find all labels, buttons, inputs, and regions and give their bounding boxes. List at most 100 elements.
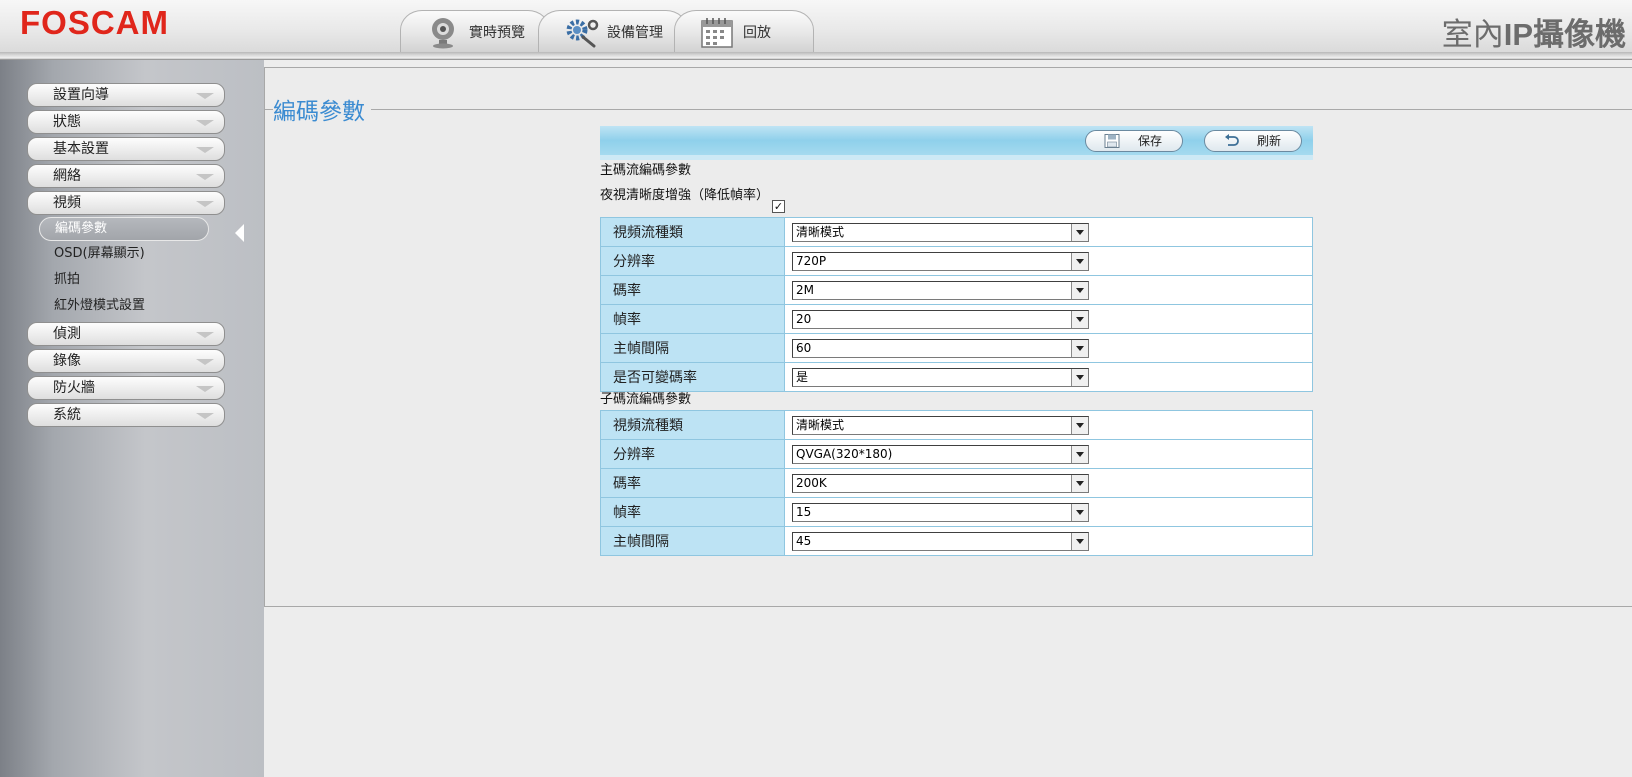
active-item-pointer	[235, 224, 244, 242]
sidebar-item-label: 視頻	[53, 195, 81, 211]
main-resolution-select[interactable]: 720P	[792, 251, 1089, 271]
select-value: 20	[796, 311, 812, 326]
select-value: 45	[796, 533, 812, 548]
sidebar-subitem-ir-led-mode[interactable]: 紅外燈模式設置	[54, 296, 145, 316]
table-row: 視頻流種類 清晰模式	[600, 410, 1313, 440]
header-divider	[0, 52, 1632, 58]
main-keyframe-interval-select[interactable]: 60	[792, 338, 1089, 358]
sidebar-item-setup-wizard[interactable]: 設置向導	[27, 83, 225, 107]
chevron-down-icon[interactable]	[1071, 532, 1088, 550]
sidebar-item-basic-settings[interactable]: 基本設置	[27, 137, 225, 161]
main-framerate-select[interactable]: 20	[792, 309, 1089, 329]
chevron-down-icon	[196, 332, 214, 338]
sidebar-item-system[interactable]: 系統	[27, 403, 225, 427]
chevron-down-icon[interactable]	[1071, 503, 1088, 521]
save-button-label: 保存	[1138, 134, 1163, 148]
param-label: 視頻流種類	[600, 217, 785, 247]
select-value: 清晰模式	[796, 224, 845, 239]
sidebar-item-recording[interactable]: 錄像	[27, 349, 225, 373]
product-title-part-1: 室內	[1441, 17, 1504, 53]
night-vision-enhance-label: 夜視清晰度增強（降低幀率）	[600, 188, 770, 203]
param-label: 主幀間隔	[600, 526, 785, 556]
chevron-down-icon[interactable]	[1071, 474, 1088, 492]
product-title: 室內IP攝像機	[1442, 9, 1626, 54]
product-title-part-3: 攝像機	[1533, 17, 1626, 53]
tab-playback-label: 回放	[743, 24, 771, 41]
select-value: 60	[796, 340, 812, 355]
sidebar-item-label: 基本設置	[53, 141, 109, 157]
tab-device-management[interactable]: 設備管理	[538, 10, 688, 52]
sidebar-item-firewall[interactable]: 防火牆	[27, 376, 225, 400]
top-header: FOSCAM 實時預覽 設備管理 回放 室內IP攝像機	[0, 0, 1632, 60]
main-stream-type-select[interactable]: 清晰模式	[792, 222, 1089, 242]
table-row: 幀率 15	[600, 497, 1313, 527]
refresh-icon	[1225, 134, 1239, 146]
chevron-down-icon[interactable]	[1071, 339, 1088, 357]
chevron-down-icon	[196, 120, 214, 126]
chevron-down-icon[interactable]	[1071, 368, 1088, 386]
refresh-button[interactable]: 刷新	[1204, 130, 1302, 152]
sub-stream-heading: 子碼流編碼參數	[600, 392, 692, 407]
param-label: 分辨率	[600, 439, 785, 469]
sidebar-item-label: 偵測	[53, 326, 81, 342]
tab-live-view-label: 實時預覽	[469, 24, 525, 41]
chevron-down-icon	[196, 93, 214, 99]
main-panel: 編碼參數 保存 刷新 主碼流編碼參數 夜視清晰度增強（降低幀率） ✓ 視頻流種類…	[264, 67, 1632, 607]
save-icon	[1104, 134, 1120, 148]
sidebar-subitem-encoding-params[interactable]: 編碼參數	[39, 217, 209, 241]
main-bitrate-select[interactable]: 2M	[792, 280, 1089, 300]
sub-resolution-select[interactable]: QVGA(320*180)	[792, 444, 1089, 464]
chevron-down-icon[interactable]	[1071, 281, 1088, 299]
foscam-logo: FOSCAM	[20, 4, 215, 47]
night-vision-enhance-checkbox[interactable]: ✓	[772, 200, 785, 213]
chevron-down-icon	[196, 359, 214, 365]
select-value: 清晰模式	[796, 417, 845, 432]
section-divider	[265, 109, 1632, 110]
product-title-part-2: IP	[1503, 17, 1533, 52]
sidebar-subitem-osd[interactable]: OSD(屏幕顯示)	[54, 244, 145, 264]
sub-framerate-select[interactable]: 15	[792, 502, 1089, 522]
tab-playback[interactable]: 回放	[674, 10, 814, 52]
svg-text:FOSCAM: FOSCAM	[20, 6, 169, 38]
tab-device-management-label: 設備管理	[607, 24, 663, 41]
chevron-down-icon[interactable]	[1071, 310, 1088, 328]
sidebar-item-detection[interactable]: 偵測	[27, 322, 225, 346]
sidebar-item-network[interactable]: 網絡	[27, 164, 225, 188]
sub-keyframe-interval-select[interactable]: 45	[792, 531, 1089, 551]
param-label: 幀率	[600, 304, 785, 334]
sub-bitrate-select[interactable]: 200K	[792, 473, 1089, 493]
table-row: 分辨率 720P	[600, 246, 1313, 276]
table-row: 是否可變碼率 是	[600, 362, 1313, 392]
refresh-button-label: 刷新	[1257, 134, 1282, 148]
param-label: 碼率	[600, 275, 785, 305]
action-toolbar: 保存 刷新	[600, 126, 1313, 160]
param-label: 視頻流種類	[600, 410, 785, 440]
page-title: 編碼參數	[273, 92, 371, 126]
sidebar-item-label: 狀態	[53, 114, 81, 130]
select-value: QVGA(320*180)	[796, 446, 893, 461]
table-row: 幀率 20	[600, 304, 1313, 334]
sub-stream-type-select[interactable]: 清晰模式	[792, 415, 1089, 435]
sidebar-item-status[interactable]: 狀態	[27, 110, 225, 134]
table-row: 碼率 2M	[600, 275, 1313, 305]
select-value: 是	[796, 369, 809, 384]
chevron-down-icon	[196, 174, 214, 180]
sidebar-subitem-snapshot[interactable]: 抓拍	[54, 270, 80, 290]
save-button[interactable]: 保存	[1085, 130, 1183, 152]
param-label: 碼率	[600, 468, 785, 498]
main-stream-heading: 主碼流編碼參數	[600, 163, 692, 178]
chevron-down-icon[interactable]	[1071, 223, 1088, 241]
chevron-down-icon[interactable]	[1071, 416, 1088, 434]
table-row: 分辨率 QVGA(320*180)	[600, 439, 1313, 469]
tab-live-view[interactable]: 實時預覽	[400, 10, 550, 52]
table-row: 視頻流種類 清晰模式	[600, 217, 1313, 247]
param-label: 主幀間隔	[600, 333, 785, 363]
main-variable-bitrate-select[interactable]: 是	[792, 367, 1089, 387]
chevron-down-icon[interactable]	[1071, 445, 1088, 463]
sidebar-item-video[interactable]: 視頻	[27, 191, 225, 215]
sidebar-item-label: 錄像	[53, 353, 81, 369]
param-label: 分辨率	[600, 246, 785, 276]
chevron-down-icon	[196, 386, 214, 392]
gear-wrench-icon	[566, 19, 599, 47]
chevron-down-icon[interactable]	[1071, 252, 1088, 270]
